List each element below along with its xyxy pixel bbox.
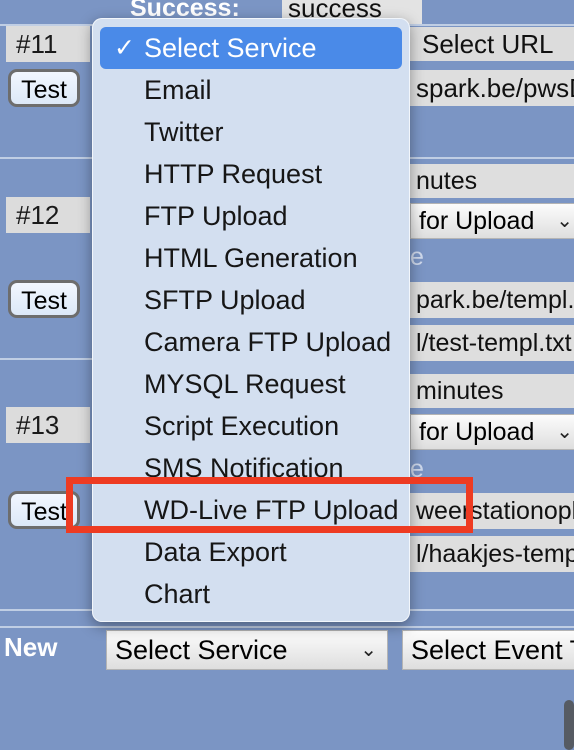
menu-item-ftp-upload[interactable]: FTP Upload (100, 195, 402, 237)
menu-item-wd-live-ftp-upload[interactable]: WD-Live FTP Upload (100, 489, 402, 531)
test-button-row-13[interactable]: Test (8, 491, 80, 529)
menu-item-label: WD-Live FTP Upload (144, 495, 399, 525)
interval-field-row-12: nutes (410, 164, 574, 198)
target-value-row-12[interactable]: l/test-templ.txt (410, 325, 574, 361)
row-id-13: #13 (6, 407, 90, 443)
interval-field-row-13: minutes (410, 374, 574, 408)
chevron-down-icon: ⌄ (556, 210, 573, 232)
menu-item-label: Select Service (144, 33, 317, 63)
row-separator (0, 626, 574, 628)
chevron-down-icon: ⌄ (556, 421, 573, 443)
select-service-dropdown-menu[interactable]: ✓ Select Service Email Twitter HTTP Requ… (92, 18, 410, 622)
chevron-down-icon: ⌄ (360, 639, 377, 661)
menu-item-twitter[interactable]: Twitter (100, 111, 402, 153)
menu-item-data-export[interactable]: Data Export (100, 531, 402, 573)
menu-item-mysql-request[interactable]: MYSQL Request (100, 363, 402, 405)
menu-item-label: SFTP Upload (144, 285, 306, 315)
menu-item-label: HTML Generation (144, 243, 358, 273)
vertical-scrollbar[interactable] (564, 700, 574, 750)
row-id-11: #11 (6, 26, 90, 62)
menu-item-label: Twitter (144, 117, 224, 147)
url-select-row-11[interactable]: Select URL (416, 27, 574, 61)
new-row-label: New (4, 632, 58, 662)
menu-item-label: Script Execution (144, 411, 340, 441)
upload-select-label: for Upload (419, 418, 535, 446)
template-value-row-13[interactable]: weerstationopl (410, 493, 574, 529)
menu-item-select-service[interactable]: ✓ Select Service (100, 27, 402, 69)
menu-item-chart[interactable]: Chart (100, 573, 402, 615)
row-id-12: #12 (6, 197, 90, 233)
new-event-type-select[interactable]: Select Event T (402, 630, 574, 670)
menu-item-label: Data Export (144, 537, 287, 567)
template-value-row-12[interactable]: park.be/templ.tx (410, 282, 574, 318)
menu-item-email[interactable]: Email (100, 69, 402, 111)
menu-item-sms-notification[interactable]: SMS Notification (100, 447, 402, 489)
menu-item-label: FTP Upload (144, 201, 288, 231)
url-value-row-11[interactable]: spark.be/pwsDW (410, 70, 574, 106)
menu-item-label: Email (144, 75, 212, 105)
menu-item-label: Chart (144, 579, 211, 609)
template-label-row-12: e (410, 243, 424, 271)
menu-item-label: SMS Notification (144, 453, 344, 483)
upload-select-row-13[interactable]: for Upload ⌄ (410, 414, 574, 450)
menu-item-label: MYSQL Request (144, 369, 346, 399)
menu-item-html-generation[interactable]: HTML Generation (100, 237, 402, 279)
checkmark-icon: ✓ (114, 34, 135, 62)
menu-item-http-request[interactable]: HTTP Request (100, 153, 402, 195)
new-service-select[interactable]: Select Service ⌄ (106, 630, 388, 670)
upload-select-row-12[interactable]: for Upload ⌄ (410, 203, 574, 239)
template-label-row-13: e (410, 455, 424, 483)
menu-item-sftp-upload[interactable]: SFTP Upload (100, 279, 402, 321)
menu-item-label: HTTP Request (144, 159, 323, 189)
upload-select-label: for Upload (419, 207, 535, 235)
test-button-row-11[interactable]: Test (8, 69, 80, 107)
menu-item-camera-ftp-upload[interactable]: Camera FTP Upload (100, 321, 402, 363)
new-service-select-label: Select Service (115, 635, 288, 665)
target-value-row-13[interactable]: l/haakjes-temp (410, 536, 574, 572)
test-button-row-12[interactable]: Test (8, 280, 80, 318)
menu-item-label: Camera FTP Upload (144, 327, 392, 357)
menu-item-script-execution[interactable]: Script Execution (100, 405, 402, 447)
new-event-type-label: Select Event T (411, 635, 574, 665)
